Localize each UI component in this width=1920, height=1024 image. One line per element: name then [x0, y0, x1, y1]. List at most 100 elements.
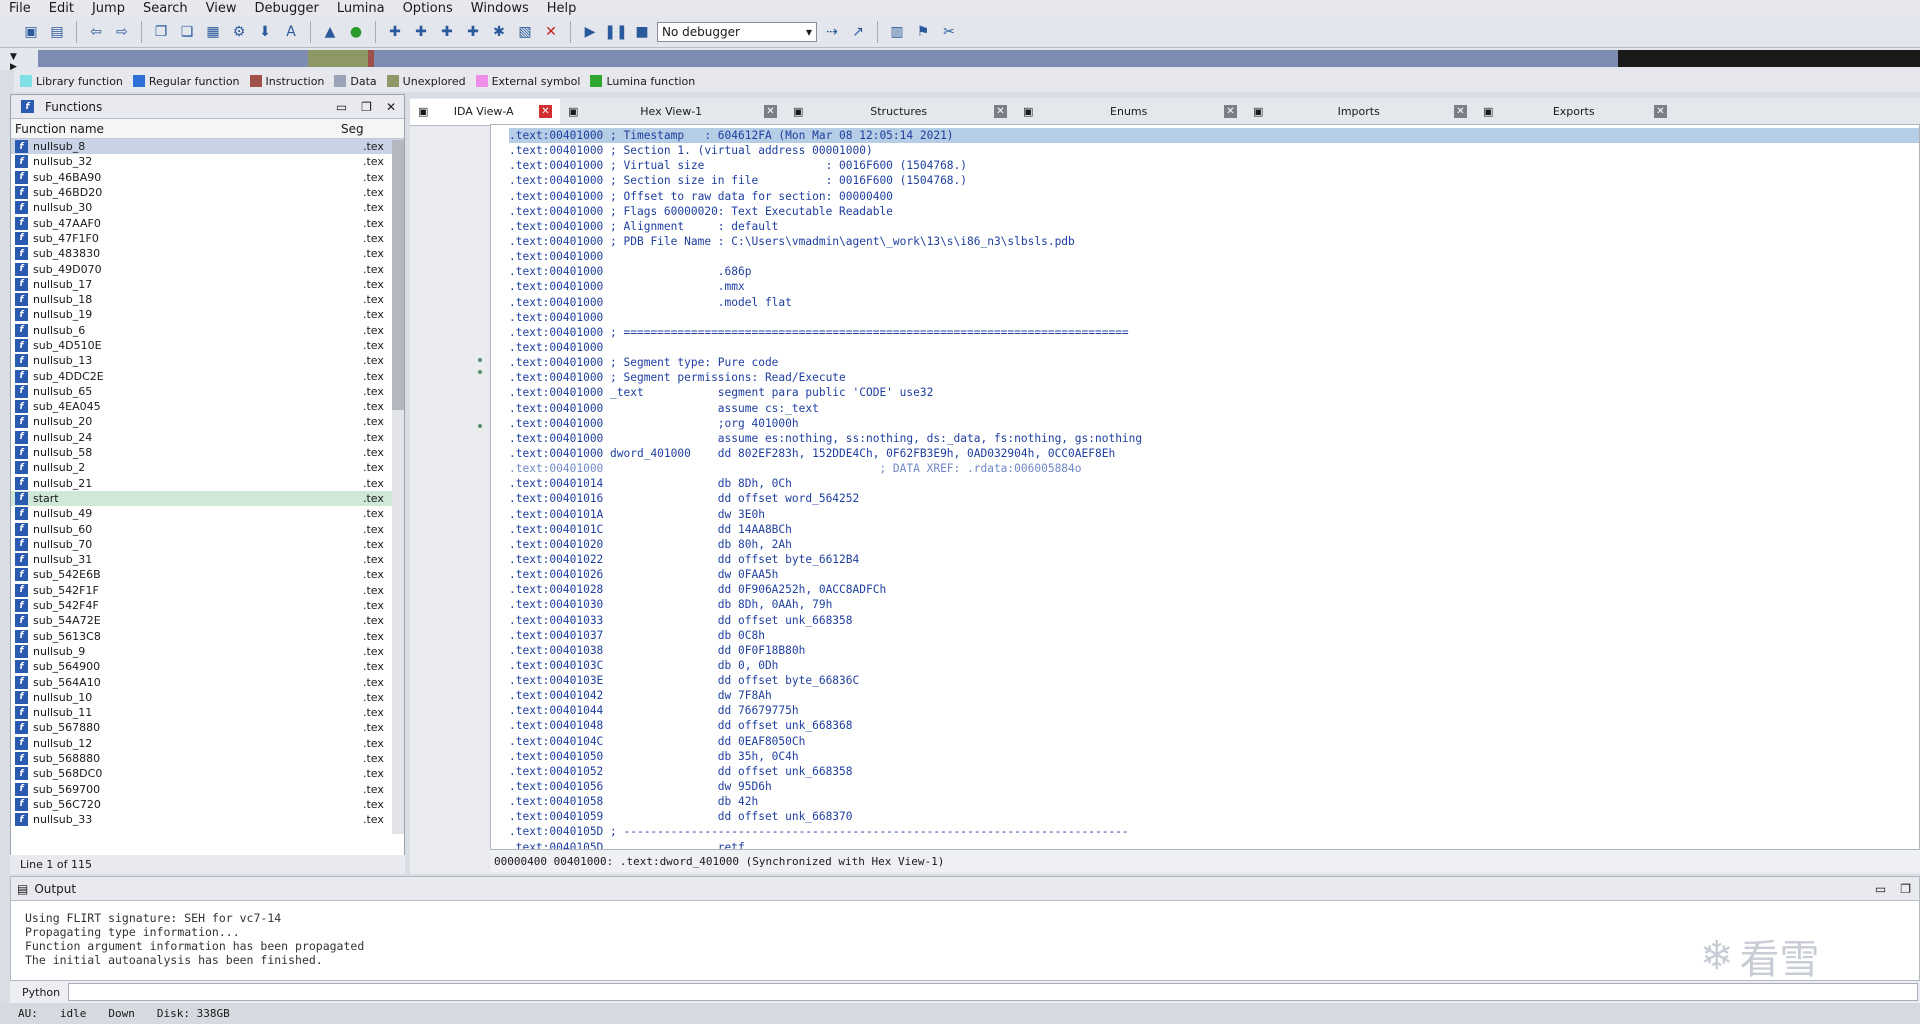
disasm-line[interactable]: .text:00401000 [509, 340, 1919, 355]
disasm-line[interactable]: .text:0040101C dd 14AA8BCh [509, 522, 1919, 537]
disasm-line[interactable]: .text:0040101A dw 3E0h [509, 507, 1919, 522]
disasm-line[interactable]: .text:00401037 db 0C8h [509, 628, 1919, 643]
disasm-line[interactable]: .text:00401000 .model flat [509, 295, 1919, 310]
tab-exports[interactable]: ▣ Exports ✕ [1475, 99, 1675, 125]
function-row[interactable]: f nullsub_58 .tex [11, 445, 404, 460]
disasm-line[interactable]: .text:00401000 ; Alignment : default [509, 219, 1919, 234]
function-row[interactable]: f sub_4D510E .tex [11, 338, 404, 353]
function-row[interactable]: f nullsub_10 .tex [11, 690, 404, 705]
tab-enums[interactable]: ▣ Enums ✕ [1015, 99, 1245, 125]
function-row[interactable]: f nullsub_60 .tex [11, 521, 404, 536]
function-row[interactable]: f nullsub_24 .tex [11, 430, 404, 445]
add-item-icon[interactable]: ✚ [462, 21, 484, 43]
function-row[interactable]: f sub_483830 .tex [11, 246, 404, 261]
disasm-line[interactable]: .text:00401048 dd offset unk_668368 [509, 718, 1919, 733]
function-row[interactable]: f sub_47F1F0 .tex [11, 231, 404, 246]
menu-item-options[interactable]: Options [394, 1, 462, 16]
disasm-line[interactable]: .text:00401000 ; Section 1. (virtual add… [509, 143, 1919, 158]
function-row[interactable]: f sub_542F4F .tex [11, 598, 404, 613]
disassembly-listing[interactable]: .text:00401000 ; Timestamp : 604612FA (M… [491, 125, 1919, 849]
disasm-line[interactable]: .text:00401000 .mmx [509, 279, 1919, 294]
add-function-icon[interactable]: ✚ [384, 21, 406, 43]
scissors-icon[interactable]: ✂ [938, 21, 960, 43]
attach-icon[interactable]: ↗ [847, 21, 869, 43]
menu-item-help[interactable]: Help [538, 1, 586, 16]
disasm-line[interactable]: .text:00401000 dword_401000 dd 802EF283h… [509, 446, 1919, 461]
disasm-line[interactable]: .text:00401000 ; Segment permissions: Re… [509, 370, 1919, 385]
save-icon[interactable]: ▤ [46, 21, 68, 43]
tab-hex-view-1[interactable]: ▣ Hex View-1 ✕ [560, 99, 785, 125]
disasm-line[interactable]: .text:00401000 ; DATA XREF: .rdata:00600… [509, 461, 1919, 476]
disasm-line[interactable]: .text:0040103C db 0, 0Dh [509, 658, 1919, 673]
menu-item-lumina[interactable]: Lumina [328, 1, 394, 16]
function-row[interactable]: f sub_568880 .tex [11, 751, 404, 766]
function-row[interactable]: f sub_5613C8 .tex [11, 629, 404, 644]
disasm-line[interactable]: .text:00401000 .686p [509, 264, 1919, 279]
menu-item-jump[interactable]: Jump [83, 1, 134, 16]
menu-item-debugger[interactable]: Debugger [245, 1, 327, 16]
function-row[interactable]: f sub_46BD20 .tex [11, 185, 404, 200]
function-row[interactable]: f start .tex [11, 490, 404, 507]
ida-view-a[interactable]: .text:00401000 ; Timestamp : 604612FA (M… [490, 124, 1920, 850]
tab-structures[interactable]: ▣ Structures ✕ [785, 99, 1015, 125]
function-row[interactable]: f sub_564A10 .tex [11, 674, 404, 689]
disasm-line[interactable]: .text:00401052 dd offset unk_668358 [509, 764, 1919, 779]
disasm-line[interactable]: .text:00401020 db 80h, 2Ah [509, 537, 1919, 552]
python-input[interactable] [68, 983, 1919, 1001]
back-icon[interactable]: ⇦ [85, 21, 107, 43]
function-row[interactable]: f sub_49D070 .tex [11, 261, 404, 276]
tab-imports[interactable]: ▣ Imports ✕ [1245, 99, 1475, 125]
function-row[interactable]: f nullsub_70 .tex [11, 537, 404, 552]
function-row[interactable]: f nullsub_13 .tex [11, 353, 404, 368]
function-row[interactable]: f nullsub_6 .tex [11, 323, 404, 338]
menu-item-view[interactable]: View [197, 1, 246, 16]
disasm-line[interactable]: .text:00401000 ;org 401000h [509, 416, 1919, 431]
menu-item-edit[interactable]: Edit [40, 1, 83, 16]
close-icon[interactable]: ✕ [1224, 105, 1237, 118]
menu-item-file[interactable]: File [0, 1, 40, 16]
close-icon[interactable]: ✕ [386, 100, 396, 114]
disasm-line[interactable]: .text:00401000 ; Segment type: Pure code [509, 355, 1919, 370]
function-row[interactable]: f sub_47AAF0 .tex [11, 215, 404, 230]
tab-ida-view-a[interactable]: ▣ IDA View-A ✕ [410, 98, 560, 125]
close-icon[interactable]: ✕ [764, 105, 777, 118]
function-row[interactable]: f sub_54A72E .tex [11, 613, 404, 628]
float-icon[interactable]: ❐ [1900, 882, 1911, 896]
disasm-line[interactable]: .text:00401030 db 8Dh, 0AAh, 79h [509, 597, 1919, 612]
disasm-line[interactable]: .text:00401000 [509, 310, 1919, 325]
debug-icon[interactable]: ⚙ [228, 21, 250, 43]
function-row[interactable]: f nullsub_65 .tex [11, 384, 404, 399]
disasm-line[interactable]: .text:00401000 assume es:nothing, ss:not… [509, 431, 1919, 446]
star-icon[interactable]: ✱ [488, 21, 510, 43]
function-row[interactable]: f sub_4EA045 .tex [11, 399, 404, 414]
disasm-line[interactable]: .text:00401000 ; Offset to raw data for … [509, 189, 1919, 204]
disasm-line[interactable]: .text:00401000 ; Flags 60000020: Text Ex… [509, 204, 1919, 219]
run-icon[interactable]: ▶ [579, 21, 601, 43]
disasm-line[interactable]: .text:00401044 dd 76679775h [509, 703, 1919, 718]
pause-icon[interactable]: ❚❚ [604, 21, 627, 43]
green-circle-icon[interactable]: ● [345, 21, 367, 43]
function-row[interactable]: f nullsub_11 .tex [11, 705, 404, 720]
function-row[interactable]: f nullsub_21 .tex [11, 476, 404, 491]
forward-icon[interactable]: ⇨ [111, 21, 133, 43]
disasm-line[interactable]: .text:0040103E dd offset byte_66836C [509, 673, 1919, 688]
function-row[interactable]: f nullsub_20 .tex [11, 414, 404, 429]
function-row[interactable]: f sub_46BA90 .tex [11, 170, 404, 185]
close-icon[interactable]: ✕ [539, 105, 552, 118]
disasm-line[interactable]: .text:00401000 ; Section size in file : … [509, 173, 1919, 188]
flag-icon[interactable]: ⚑ [912, 21, 934, 43]
menu-item-windows[interactable]: Windows [462, 1, 538, 16]
disasm-line[interactable]: .text:00401016 dd offset word_564252 [509, 491, 1919, 506]
function-row[interactable]: f sub_567880 .tex [11, 720, 404, 735]
disasm-line[interactable]: .text:00401014 db 8Dh, 0Ch [509, 476, 1919, 491]
column-segment[interactable]: Seg [341, 122, 364, 136]
open-file-icon[interactable]: ▣ [20, 21, 42, 43]
function-row[interactable]: f nullsub_8 .tex [11, 139, 404, 155]
disasm-line[interactable]: .text:00401000 _text segment para public… [509, 385, 1919, 400]
stop-icon[interactable]: ■ [631, 21, 653, 43]
restore-icon[interactable]: ▭ [1875, 882, 1886, 896]
function-row[interactable]: f nullsub_2 .tex [11, 460, 404, 475]
functions-scrollbar-thumb[interactable] [392, 140, 404, 410]
function-row[interactable]: f sub_542E6B .tex [11, 567, 404, 582]
function-row[interactable]: f nullsub_32 .tex [11, 154, 404, 169]
